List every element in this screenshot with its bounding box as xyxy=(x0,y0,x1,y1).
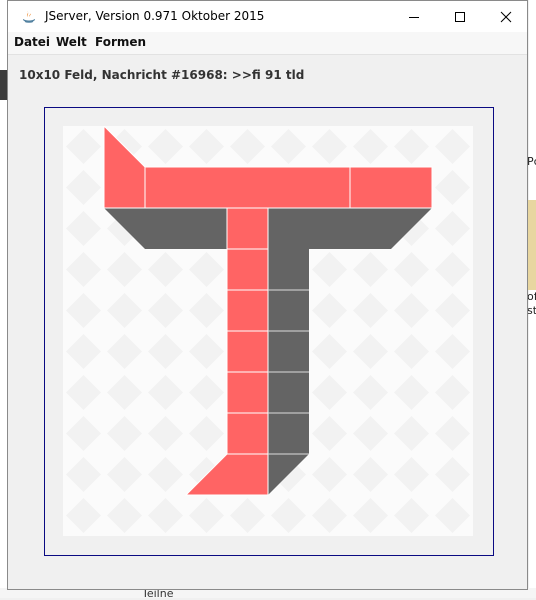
close-button[interactable] xyxy=(483,1,529,32)
block-crossbar-end xyxy=(349,166,433,209)
block-stem-1 xyxy=(226,207,269,250)
stem-shadow xyxy=(268,249,309,454)
block-stem-2 xyxy=(226,248,269,291)
jserver-window: JServer, Version 0.971 Oktober 2015 Date… xyxy=(7,0,528,590)
block-crossbar xyxy=(144,166,351,209)
menu-bar: Datei Welt Formen xyxy=(8,32,527,55)
maximize-button[interactable] xyxy=(437,1,483,32)
close-icon xyxy=(500,11,512,23)
background-app-right-strip xyxy=(527,200,536,290)
menu-formen[interactable]: Formen xyxy=(95,35,146,49)
background-right-text-1: Pc xyxy=(527,155,536,168)
maximize-icon xyxy=(455,12,465,22)
block-stem-4 xyxy=(226,330,269,373)
background-right-text-3: st xyxy=(527,304,536,317)
world-board[interactable] xyxy=(63,126,473,536)
window-title: JServer, Version 0.971 Oktober 2015 xyxy=(45,9,265,23)
block-stem-3 xyxy=(226,289,269,332)
block-stem-6 xyxy=(226,412,269,455)
status-message: 10x10 Feld, Nachricht #16968: >>fi 91 tl… xyxy=(19,68,305,82)
minimize-button[interactable] xyxy=(391,1,437,32)
minimize-icon xyxy=(409,17,419,18)
menu-datei[interactable]: Datei xyxy=(14,35,50,49)
title-bar[interactable]: JServer, Version 0.971 Oktober 2015 xyxy=(8,1,527,32)
menu-welt[interactable]: Welt xyxy=(56,35,87,49)
block-stem-5 xyxy=(226,371,269,414)
java-app-icon xyxy=(23,11,35,23)
background-right-text-2: of xyxy=(527,290,536,303)
